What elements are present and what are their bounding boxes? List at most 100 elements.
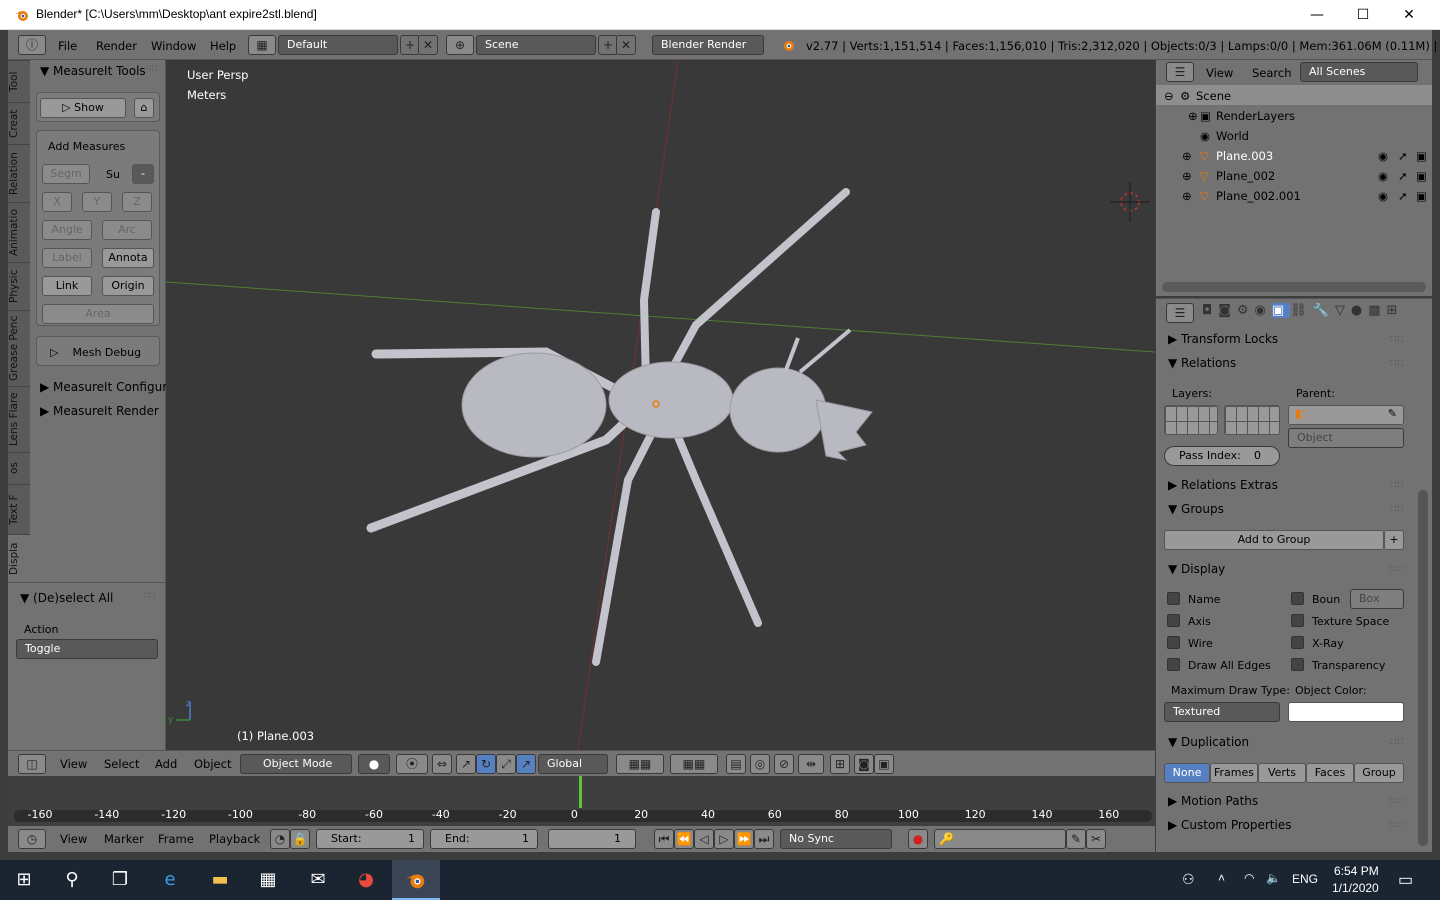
object-color-swatch[interactable] [1288, 702, 1404, 722]
mode-select[interactable]: Object Mode [240, 754, 352, 774]
outliner-row-plane003[interactable]: ⊕ ▽ Plane.003 ◉ ➚ ▣ [1156, 145, 1432, 165]
menu-outliner-view[interactable]: View [1206, 66, 1233, 80]
menu-help[interactable]: Help [210, 39, 236, 53]
deselect-all-header[interactable]: ▼ (De)select All [20, 591, 113, 605]
duplication-group-button[interactable]: Group [1354, 763, 1404, 783]
action-select[interactable]: Toggle [16, 639, 158, 659]
eyedropper-icon[interactable]: ✎ [1388, 407, 1397, 420]
drag-handle-icon[interactable]: ∷∷ [144, 591, 155, 601]
drag-handle-icon[interactable]: ∷∷ [1390, 737, 1405, 748]
maximize-button[interactable]: ☐ [1340, 0, 1386, 30]
wire-checkbox[interactable] [1167, 636, 1180, 649]
language-indicator[interactable]: ENG [1292, 872, 1318, 886]
layout-field[interactable]: Default [278, 35, 398, 55]
opengl-anim-icon[interactable]: ▣ [874, 754, 894, 774]
duplication-header[interactable]: ▼ Duplication [1168, 735, 1249, 749]
editor-type-timeline-icon[interactable]: ◷ [18, 829, 46, 849]
file-explorer-icon[interactable]: ▬ [196, 860, 244, 900]
menu-view[interactable]: View [60, 757, 87, 771]
snap-element-icon[interactable]: ⇹ [798, 754, 824, 774]
minimize-button[interactable]: — [1294, 0, 1340, 30]
play-reverse-icon[interactable]: ◁ [694, 829, 714, 849]
keying-set-field[interactable]: 🔑 [934, 829, 1066, 849]
translate-icon[interactable]: ↗ [456, 754, 476, 774]
drag-handle-icon[interactable]: ∷∷ [1390, 480, 1405, 491]
editor-type-properties-icon[interactable]: ☰ [1166, 303, 1194, 323]
arc-button[interactable]: Arc [102, 220, 152, 240]
xray-checkbox[interactable] [1291, 636, 1304, 649]
scene-field[interactable]: Scene [476, 35, 596, 55]
draw-all-edges-checkbox[interactable] [1167, 658, 1180, 671]
duplication-faces-button[interactable]: Faces [1306, 763, 1354, 783]
menu-object[interactable]: Object [194, 757, 231, 771]
layers-grid-2-icon[interactable]: ▦▦ [670, 754, 718, 774]
jump-keyframe-back-icon[interactable]: ⏪ [674, 829, 694, 849]
snap-icon[interactable]: ⊘ [774, 754, 794, 774]
texture-space-checkbox[interactable] [1291, 614, 1304, 627]
menu-outliner-search[interactable]: Search [1252, 66, 1292, 80]
insert-keyframe-icon[interactable]: ✎ [1066, 829, 1086, 849]
editor-type-outliner-icon[interactable]: ☰ [1166, 62, 1194, 82]
measureit-configuration-header[interactable]: ▶ MeasureIt Configura [40, 380, 175, 394]
collapse-icon[interactable]: ⊖ [1164, 89, 1174, 103]
menu-select[interactable]: Select [104, 757, 139, 771]
drag-handle-icon[interactable]: ∷∷ [1390, 504, 1405, 515]
origin-button[interactable]: Origin [102, 276, 154, 296]
layers-grid-left[interactable] [1164, 405, 1218, 435]
measureit-render-header[interactable]: ▶ MeasureIt Render [40, 404, 159, 418]
expand-icon[interactable]: ⊕ [1182, 149, 1192, 163]
remove-scene-icon[interactable]: ✕ [616, 35, 636, 55]
editor-type-3dview-icon[interactable]: ◫ [18, 754, 46, 774]
scale-icon[interactable]: ⤢ [496, 754, 516, 774]
preview-range-icon[interactable]: ◔ [270, 829, 290, 849]
play-icon[interactable]: ▷ [714, 829, 734, 849]
angle-button[interactable]: Angle [42, 220, 92, 240]
current-frame-field[interactable]: 1 [548, 829, 636, 849]
selectable-cursor-icon[interactable]: ➚ [1398, 169, 1408, 183]
measure-z-button[interactable]: Z [122, 192, 152, 212]
orientation-select[interactable]: Global [538, 754, 608, 774]
search-icon[interactable]: ⚲ [48, 860, 96, 900]
name-checkbox[interactable] [1167, 592, 1180, 605]
layers-grid-right[interactable] [1224, 405, 1280, 435]
start-frame-field[interactable]: Start: 1 [316, 829, 424, 849]
drag-handle-icon[interactable]: ∷∷ [1390, 820, 1405, 831]
remove-layout-icon[interactable]: ✕ [418, 35, 438, 55]
add-scene-icon[interactable]: + [598, 35, 618, 55]
drag-handle-icon[interactable]: ∷∷ [146, 64, 157, 74]
layout-grid-icon[interactable]: ▦ [248, 35, 276, 55]
jump-keyframe-forward-icon[interactable]: ⏩ [734, 829, 754, 849]
drag-handle-icon[interactable]: ∷∷ [1390, 796, 1405, 807]
duplication-frames-button[interactable]: Frames [1210, 763, 1258, 783]
jump-start-icon[interactable]: ⏮ [654, 829, 674, 849]
scene-icon[interactable]: ⊕ [446, 35, 474, 55]
expand-icon[interactable]: ⊕ [1182, 189, 1192, 203]
timeline[interactable]: -160 -140 -120 -100 -80 -60 -40 -20 0 20 40 60 80 100… [8, 776, 1155, 826]
link-button[interactable]: Link [42, 276, 92, 296]
end-frame-field[interactable]: End: 1 [430, 829, 538, 849]
drag-handle-icon[interactable]: ∷∷ [1390, 358, 1405, 369]
drag-handle-icon[interactable]: ∷∷ [1390, 564, 1405, 575]
record-icon[interactable]: ● [908, 829, 928, 849]
visibility-eye-icon[interactable]: ◉ [1378, 169, 1388, 183]
properties-scrollbar[interactable] [1418, 490, 1428, 846]
menu-tl-view[interactable]: View [60, 832, 87, 846]
segment-button[interactable]: Segm [42, 164, 90, 184]
renderable-camera-icon[interactable]: ▣ [1416, 149, 1427, 163]
duplication-none-button[interactable]: None [1164, 763, 1210, 783]
close-button[interactable]: ✕ [1386, 0, 1432, 30]
bounds-type-select[interactable]: Box [1350, 589, 1404, 609]
selectable-cursor-icon[interactable]: ➚ [1398, 189, 1408, 203]
action-center-icon[interactable]: ▭ [1398, 870, 1413, 890]
mail-icon[interactable]: ✉ [294, 860, 342, 900]
jump-end-icon[interactable]: ⏭ [754, 829, 774, 849]
menu-window[interactable]: Window [151, 39, 196, 53]
outliner-scrollbar[interactable] [1162, 282, 1426, 292]
pivot-point-icon[interactable]: ⦿ [396, 754, 428, 774]
menu-file[interactable]: File [58, 39, 77, 53]
viewport-shading-icon[interactable]: ● [358, 754, 390, 774]
tab-animation[interactable]: Animatio [8, 202, 30, 262]
menu-add[interactable]: Add [155, 757, 177, 771]
proportional-edit-icon[interactable]: ◎ [750, 754, 770, 774]
tab-create[interactable]: Creat [8, 102, 30, 144]
